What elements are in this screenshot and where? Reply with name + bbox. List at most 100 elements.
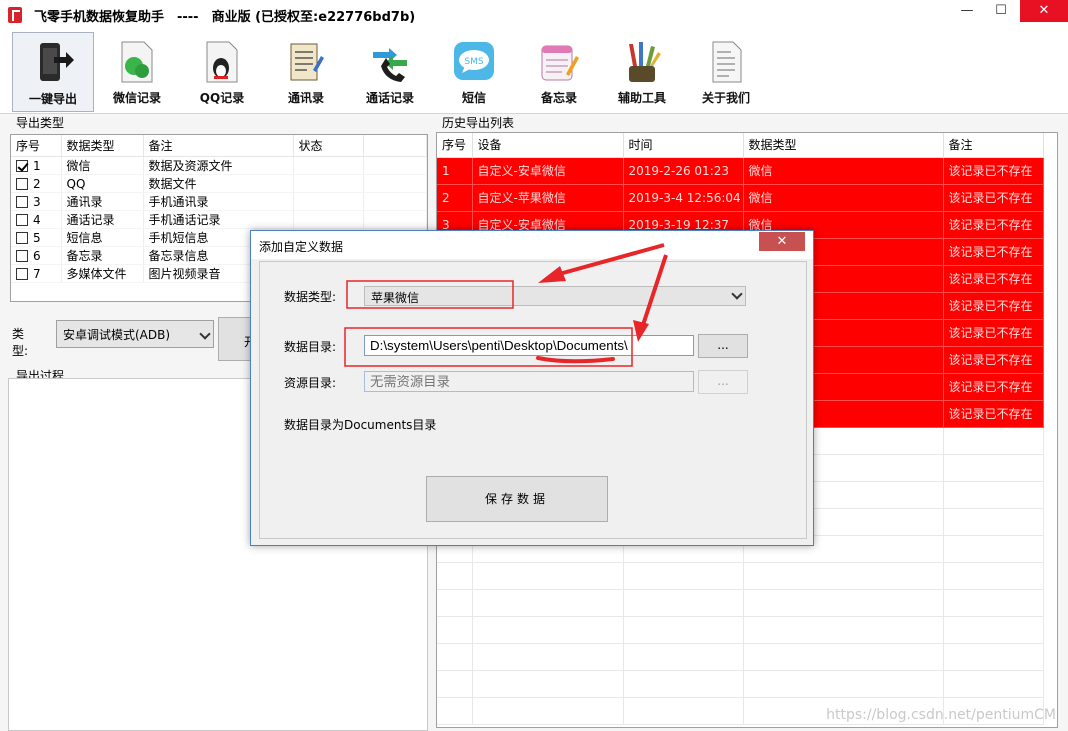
cell-index: 1 [437, 157, 473, 185]
table-row-empty [437, 643, 1044, 671]
toolbar-about[interactable]: 关于我们 [685, 32, 767, 112]
row-checkbox[interactable] [16, 267, 28, 280]
toolbar-sms[interactable]: SMS 短信 [433, 32, 515, 112]
toolbar-qq-records[interactable]: QQ记录 [181, 32, 263, 112]
table-row[interactable]: 1 自定义-安卓微信 2019-2-26 01:23 微信 该记录已不存在 [437, 157, 1044, 185]
cell-empty [943, 562, 1044, 590]
row-checkbox[interactable] [16, 213, 28, 226]
mode-label: 类型: [12, 327, 29, 358]
cell-empty [437, 589, 473, 617]
cell-time: 2019-2-26 01:23 [623, 157, 744, 185]
toolbar-tools[interactable]: 辅助工具 [601, 32, 683, 112]
column-header[interactable]: 数据类型 [743, 133, 944, 158]
dialog-body: 数据类型: 苹果微信 数据目录: ... 资源目录: ... 数据目录为Docu… [259, 261, 807, 539]
row-note: 手机通话记录 [143, 210, 294, 229]
cell-note: 该记录已不存在 [943, 292, 1044, 320]
dialog-close-button[interactable]: ✕ [759, 232, 805, 251]
toolbar-label: 短信 [461, 91, 486, 105]
mode-select[interactable]: 安卓调试模式(ADB) [56, 320, 214, 348]
chevron-down-icon [199, 328, 211, 340]
data-type-select[interactable]: 苹果微信 [364, 286, 746, 306]
maximize-button[interactable]: ☐ [984, 0, 1018, 22]
column-header[interactable]: 备注 [143, 135, 294, 157]
cell-empty [472, 697, 624, 725]
cell-empty [743, 589, 944, 617]
data-dir-browse-button[interactable]: ... [698, 334, 748, 358]
about-doc-icon [712, 41, 742, 83]
list-item[interactable]: 4 通话记录 手机通话记录 [11, 210, 427, 229]
cell-note: 该记录已不存在 [943, 184, 1044, 212]
row-filler [363, 210, 427, 229]
cell-empty [437, 697, 473, 725]
data-dir-input[interactable] [364, 335, 694, 356]
toolbar-label: 关于我们 [701, 91, 750, 105]
list-item[interactable]: 1 微信 数据及资源文件 [11, 156, 427, 175]
column-header[interactable]: 数据类型 [61, 135, 144, 157]
column-header[interactable]: 状态 [293, 135, 364, 157]
table-row[interactable]: 2 自定义-苹果微信 2019-3-4 12:56:04 微信 该记录已不存在 [437, 184, 1044, 212]
toolbar-wechat-records[interactable]: 微信记录 [96, 32, 178, 112]
res-dir-label: 资源目录: [284, 376, 337, 390]
main-toolbar: 一键导出 微信记录 QQ记录 通讯录 通话记录 SMS 短信 备忘录 辅助工具 … [0, 30, 1068, 114]
cell-empty [943, 454, 1044, 482]
toolbar-call-log[interactable]: 通话记录 [349, 32, 431, 112]
table-row-empty [437, 616, 1044, 644]
row-checkbox[interactable] [16, 159, 28, 172]
res-dir-input[interactable] [364, 371, 694, 392]
row-index: 3 [33, 194, 41, 209]
watermark: https://blog.csdn.net/pentiumCM [826, 707, 1056, 723]
row-filler [363, 192, 427, 211]
row-type: 短信息 [61, 228, 144, 247]
tools-icon [629, 42, 661, 82]
notes-icon [541, 45, 579, 81]
cell-empty [743, 670, 944, 698]
cell-type: 微信 [743, 157, 944, 185]
cell-empty [943, 535, 1044, 563]
column-header[interactable]: 序号 [11, 135, 62, 157]
row-type: 多媒体文件 [61, 264, 144, 283]
close-button[interactable]: ✕ [1020, 0, 1068, 22]
column-header[interactable]: 设备 [472, 133, 624, 158]
cell-empty [623, 616, 744, 644]
cell-empty [437, 670, 473, 698]
address-book-icon [290, 43, 324, 81]
column-header[interactable]: 序号 [437, 133, 473, 158]
cell-empty [623, 562, 744, 590]
cell-empty [623, 589, 744, 617]
mode-select-value: 安卓调试模式(ADB) [63, 328, 171, 342]
toolbar-one-click-export[interactable]: 一键导出 [12, 32, 94, 112]
row-index: 4 [33, 212, 41, 227]
sms-icon: SMS [454, 42, 494, 80]
row-checkbox[interactable] [16, 195, 28, 208]
row-filler [363, 156, 427, 175]
cell-device: 自定义-安卓微信 [472, 157, 624, 185]
toolbar-notes[interactable]: 备忘录 [518, 32, 600, 112]
toolbar-label: 通讯录 [287, 91, 324, 105]
cell-time: 2019-3-4 12:56:04 [623, 184, 744, 212]
qq-doc-icon [206, 41, 238, 83]
column-header[interactable]: 备注 [943, 133, 1044, 158]
table-row-empty [437, 562, 1044, 590]
cell-empty [743, 643, 944, 671]
list-item[interactable]: 2 QQ 数据文件 [11, 174, 427, 193]
cell-empty [943, 643, 1044, 671]
cell-note: 该记录已不存在 [943, 346, 1044, 374]
data-type-label: 数据类型: [284, 290, 337, 304]
toolbar-label: 微信记录 [112, 91, 161, 105]
column-header[interactable]: 时间 [623, 133, 744, 158]
save-data-button[interactable]: 保存数据 [426, 476, 608, 522]
row-index: 1 [33, 158, 41, 173]
row-note: 数据及资源文件 [143, 156, 294, 175]
cell-empty [472, 616, 624, 644]
chevron-down-icon [731, 288, 743, 300]
res-dir-browse-button[interactable]: ... [698, 370, 748, 394]
toolbar-contacts[interactable]: 通讯录 [265, 32, 347, 112]
toolbar-label: 通话记录 [365, 91, 414, 105]
row-checkbox[interactable] [16, 249, 28, 262]
cell-empty [623, 697, 744, 725]
row-checkbox[interactable] [16, 177, 28, 190]
minimize-button[interactable]: — [950, 0, 984, 22]
list-item[interactable]: 3 通讯录 手机通讯录 [11, 192, 427, 211]
row-filler [363, 174, 427, 193]
row-checkbox[interactable] [16, 231, 28, 244]
